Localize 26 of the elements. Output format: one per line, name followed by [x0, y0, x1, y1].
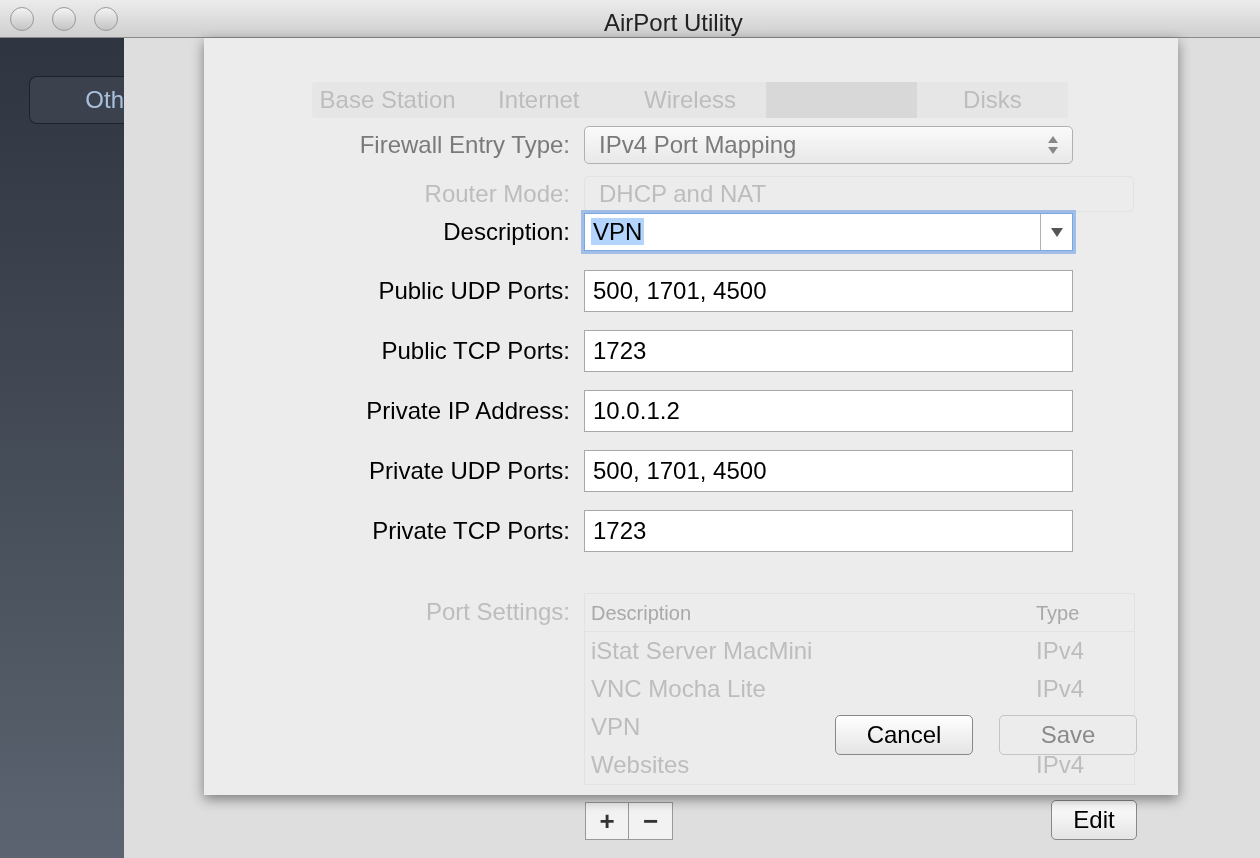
field-label: Private IP Address: — [365, 396, 570, 426]
field-label: Public TCP Ports: — [380, 336, 570, 366]
input-field[interactable]: 500, 1701, 4500 — [584, 450, 1073, 492]
input-field[interactable]: 1723 — [584, 330, 1073, 372]
column-header: Description — [591, 600, 692, 626]
field-label: Description: — [442, 217, 570, 247]
add-button[interactable]: + — [585, 802, 629, 840]
column-header: Type — [1036, 600, 1081, 626]
description-combo-box[interactable]: VPN — [584, 213, 1073, 251]
input-field[interactable]: 10.0.1.2 — [584, 390, 1073, 432]
window-title: AirPort Utility — [604, 8, 743, 38]
field-label: Public UDP Ports: — [377, 276, 570, 306]
input-field[interactable]: 1723 — [584, 510, 1073, 552]
window-control-button[interactable] — [52, 6, 76, 31]
stepper-arrows-icon — [1048, 136, 1058, 154]
sidebar-item[interactable]: Oth — [29, 76, 124, 124]
window-control-button[interactable] — [10, 6, 34, 31]
field-label: Private TCP Ports: — [371, 516, 570, 546]
remove-button[interactable]: − — [629, 802, 673, 840]
input-field[interactable]: 500, 1701, 4500 — [584, 270, 1073, 312]
field-label: Private UDP Ports: — [368, 456, 570, 486]
window-control-button[interactable] — [94, 6, 118, 31]
field-label: Firewall Entry Type: — [358, 130, 570, 160]
edit-button[interactable]: Edit — [1051, 800, 1137, 840]
cancel-button[interactable]: Cancel — [835, 715, 973, 755]
selected-text: VPN — [591, 218, 645, 245]
